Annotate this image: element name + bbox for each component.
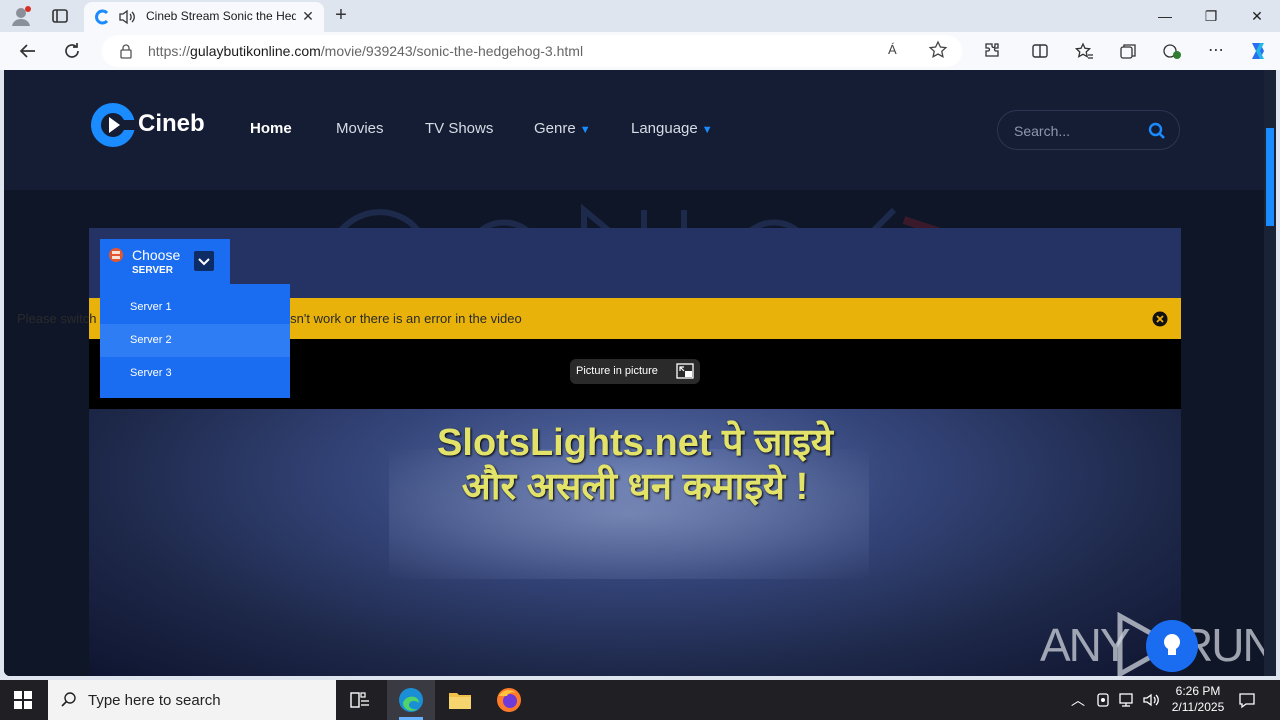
- pip-label: Picture in picture: [576, 365, 658, 377]
- taskbar-search[interactable]: Type here to search: [48, 680, 336, 720]
- task-view-button[interactable]: [336, 680, 384, 720]
- nav-language[interactable]: Language ▼: [631, 120, 713, 137]
- active-tab[interactable]: Cineb Stream Sonic the Hedgehog 3 ✕: [84, 2, 324, 32]
- server-option-1[interactable]: Server 1: [100, 291, 290, 324]
- copilot-icon[interactable]: [1246, 39, 1270, 63]
- scrollbar-thumb[interactable]: [1266, 128, 1274, 226]
- video-ad-line-2: और असली धन कमाइये !: [461, 466, 809, 508]
- task-view-icon: [350, 692, 369, 708]
- taskbar-search-placeholder: Type here to search: [88, 692, 221, 709]
- lightbulb-icon[interactable]: [1146, 620, 1198, 672]
- site-header: Cineb Home Movies TV Shows Genre ▼ Langua…: [4, 70, 1264, 190]
- nav-language-label: Language: [631, 120, 698, 137]
- picture-in-picture-button[interactable]: Picture in picture: [570, 359, 700, 384]
- windows-start-icon[interactable]: [14, 691, 32, 709]
- windows-taskbar: Type here to search ︿ 6:26 PM 2/11/2025: [0, 680, 1280, 720]
- nav-genre[interactable]: Genre ▼: [534, 120, 591, 137]
- restore-button[interactable]: ❐: [1188, 4, 1234, 28]
- server-icon: [109, 248, 123, 262]
- server-dropdown: Server 1 Server 2 Server 3: [100, 284, 290, 398]
- browser-tab-strip: Cineb Stream Sonic the Hedgehog 3 ✕ + — …: [0, 0, 1280, 32]
- extensions-icon[interactable]: [982, 41, 1002, 61]
- edge-icon: [399, 688, 423, 712]
- network-icon[interactable]: [1118, 691, 1136, 709]
- page-scrollbar[interactable]: [1264, 70, 1276, 676]
- close-circle-icon[interactable]: [1152, 311, 1168, 327]
- clock-date: 2/11/2025: [1171, 700, 1225, 714]
- anyrun-watermark: ANY RUN: [1040, 610, 1264, 676]
- new-tab-button[interactable]: +: [330, 5, 352, 27]
- tray-app-icon[interactable]: [1094, 691, 1112, 709]
- volume-icon[interactable]: [1142, 691, 1160, 709]
- chevron-down-icon: ▼: [701, 124, 713, 136]
- nav-home-label: Home: [250, 120, 292, 137]
- taskbar-file-explorer[interactable]: [436, 680, 484, 720]
- url-path: /movie/939243/sonic-the-hedgehog-3.html: [320, 43, 584, 59]
- tab-close-button[interactable]: ✕: [300, 8, 316, 24]
- profile-icon[interactable]: [10, 5, 32, 27]
- nav-tv-shows-label: TV Shows: [425, 120, 494, 137]
- tab-title: Cineb Stream Sonic the Hedgehog 3: [146, 9, 296, 23]
- site-search: [997, 110, 1180, 150]
- chevron-down-icon: ▼: [579, 124, 591, 136]
- collections-icon[interactable]: [1118, 41, 1138, 61]
- folder-icon: [449, 693, 471, 709]
- firefox-icon: [497, 688, 521, 712]
- back-icon[interactable]: [18, 41, 38, 61]
- nav-movies[interactable]: Movies: [336, 120, 384, 137]
- address-toolbar: https://gulaybutikonline.com/movie/93924…: [0, 32, 1280, 70]
- taskbar-firefox[interactable]: [485, 680, 533, 720]
- search-icon[interactable]: [1148, 122, 1166, 140]
- more-options-icon[interactable]: ⋯: [1206, 41, 1226, 61]
- tray-overflow-icon[interactable]: ︿: [1069, 691, 1087, 709]
- server-option-2[interactable]: Server 2: [100, 324, 290, 357]
- lock-icon[interactable]: [118, 43, 134, 59]
- notifications-icon[interactable]: [1238, 691, 1256, 709]
- tab-actions-icon[interactable]: [50, 6, 70, 26]
- player-area: Please switch to another server if the v…: [17, 228, 1181, 676]
- refresh-icon[interactable]: [62, 41, 82, 61]
- logo-text: Cineb: [138, 110, 205, 137]
- clock-time: 6:26 PM: [1175, 684, 1221, 698]
- server-label: SERVER: [132, 265, 173, 276]
- nav-home[interactable]: Home: [250, 120, 292, 137]
- search-input[interactable]: [1014, 121, 1144, 141]
- cineb-logo-icon: [91, 103, 136, 147]
- url-text[interactable]: https://gulaybutikonline.com/movie/93924…: [148, 43, 583, 59]
- url-bar[interactable]: https://gulaybutikonline.com/movie/93924…: [102, 35, 962, 67]
- url-host: gulaybutikonline.com: [190, 43, 321, 59]
- nav-tv-shows[interactable]: TV Shows: [425, 120, 493, 137]
- url-prefix: https://: [148, 43, 191, 59]
- server-option-3[interactable]: Server 3: [100, 357, 290, 390]
- choose-server-button[interactable]: Choose SERVER: [100, 239, 230, 285]
- search-icon: [61, 692, 76, 707]
- pip-icon: [676, 363, 694, 379]
- read-aloud-icon[interactable]: Á: [888, 42, 908, 60]
- taskbar-edge[interactable]: [387, 680, 435, 720]
- performance-icon[interactable]: [1162, 41, 1182, 61]
- cineb-favicon-icon: [95, 9, 109, 25]
- favorites-icon[interactable]: [1074, 41, 1094, 61]
- minimize-button[interactable]: —: [1142, 4, 1188, 28]
- chevron-down-icon[interactable]: [194, 251, 214, 271]
- web-page: Cineb Home Movies TV Shows Genre ▼ Langua…: [4, 70, 1264, 676]
- site-logo[interactable]: Cineb: [90, 102, 210, 152]
- window-close-button[interactable]: ✕: [1234, 4, 1280, 28]
- system-clock[interactable]: 6:26 PM 2/11/2025: [1160, 683, 1236, 715]
- split-screen-icon[interactable]: [1030, 41, 1050, 61]
- favorite-star-icon[interactable]: [928, 40, 948, 60]
- nav-genre-label: Genre: [534, 120, 576, 137]
- choose-label: Choose: [132, 247, 181, 263]
- speaker-icon[interactable]: [118, 9, 136, 25]
- nav-movies-label: Movies: [336, 120, 384, 137]
- video-frame[interactable]: SlotsLights.net पे जाइये और असली धन कमाइ…: [89, 409, 1181, 676]
